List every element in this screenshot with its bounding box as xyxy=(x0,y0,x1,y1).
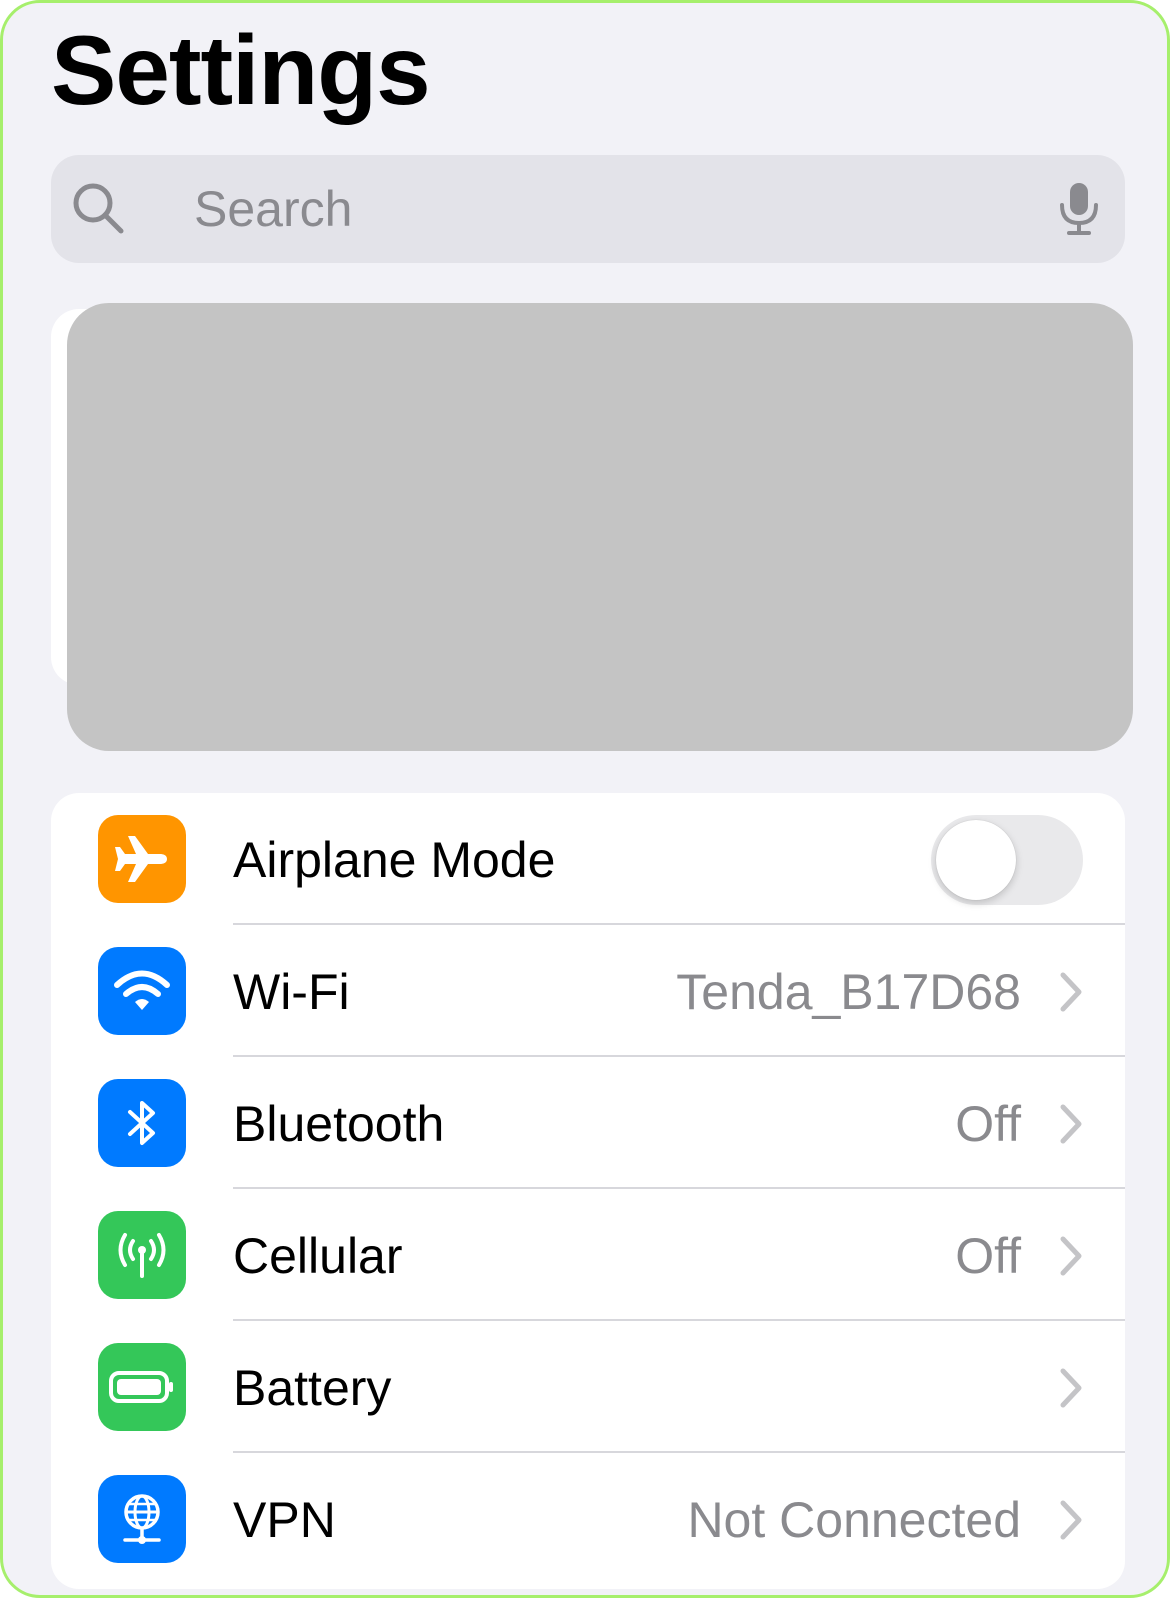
settings-screen: Settings Search Airplane Mode Wi-Fi Tend… xyxy=(0,0,1170,1598)
airplane-icon xyxy=(98,815,186,903)
chevron-right-icon xyxy=(1060,1500,1082,1540)
cellular-status: Off xyxy=(955,1228,1021,1284)
battery-label: Battery xyxy=(233,1360,392,1416)
chevron-right-icon xyxy=(1060,1104,1082,1144)
wifi-label: Wi-Fi xyxy=(233,964,350,1020)
row-cellular[interactable]: Cellular Off xyxy=(51,1189,1125,1321)
redacted-region xyxy=(67,303,1133,751)
bluetooth-icon xyxy=(98,1079,186,1167)
row-airplane-mode[interactable]: Airplane Mode xyxy=(51,793,1125,925)
row-battery[interactable]: Battery xyxy=(51,1321,1125,1453)
search-placeholder[interactable]: Search xyxy=(194,179,352,239)
airplane-mode-toggle[interactable] xyxy=(931,815,1083,905)
chevron-right-icon xyxy=(1060,1236,1082,1276)
toggle-knob xyxy=(936,820,1016,900)
battery-icon xyxy=(98,1343,186,1431)
bluetooth-label: Bluetooth xyxy=(233,1096,445,1152)
row-bluetooth[interactable]: Bluetooth Off xyxy=(51,1057,1125,1189)
vpn-status: Not Connected xyxy=(687,1492,1021,1548)
vpn-label: VPN xyxy=(233,1492,336,1548)
cellular-label: Cellular xyxy=(233,1228,403,1284)
airplane-mode-label: Airplane Mode xyxy=(233,832,556,888)
bluetooth-status: Off xyxy=(955,1096,1021,1152)
row-vpn[interactable]: VPN Not Connected xyxy=(51,1453,1125,1585)
chevron-right-icon xyxy=(1060,972,1082,1012)
search-bar[interactable]: Search xyxy=(51,155,1125,263)
chevron-right-icon xyxy=(1060,1368,1082,1408)
wifi-network-name: Tenda_B17D68 xyxy=(676,964,1021,1020)
antenna-icon xyxy=(98,1211,186,1299)
microphone-icon[interactable] xyxy=(1055,181,1103,237)
row-wifi[interactable]: Wi-Fi Tenda_B17D68 xyxy=(51,925,1125,1057)
wifi-icon xyxy=(98,947,186,1035)
connectivity-group: Airplane Mode Wi-Fi Tenda_B17D68 Bluetoo… xyxy=(51,793,1125,1589)
page-title: Settings xyxy=(51,15,431,125)
globe-icon xyxy=(98,1475,186,1563)
search-icon xyxy=(73,183,124,234)
